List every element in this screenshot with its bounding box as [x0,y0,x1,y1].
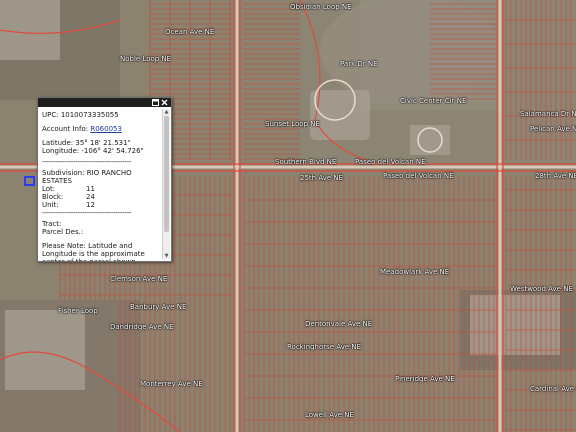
coordinate-note: Please Note: Latitude and Longitude is t… [42,242,145,262]
account-link[interactable]: R060053 [90,125,122,133]
parcel-marker[interactable] [24,176,35,186]
longitude-text: Longitude: -106° 42' 54.726" [42,147,144,155]
map-view[interactable]: Obsidian Loop NE Ocean Ave NE Noble Loop… [0,0,576,432]
latitude-text: Latitude: 35° 18' 21.531" [42,139,131,147]
scroll-down-icon[interactable]: ▼ [163,253,170,259]
restore-icon[interactable] [152,99,159,106]
tract-label: Tract: [42,220,62,228]
block-label: Block: [42,193,64,201]
popup-content: UPC: 1010073335055 Account Info: R060053… [42,111,159,262]
separator: ---------------------------------------- [42,158,132,166]
popup-titlebar[interactable] [38,98,171,107]
lot-value: 11 [86,185,95,193]
scroll-up-icon[interactable]: ▲ [163,109,170,115]
block-row: Block: 24 [42,193,159,201]
unit-row: Unit: 12 [42,201,159,209]
lot-row: Lot: 11 [42,185,159,193]
separator: ---------------------------------------- [42,209,132,217]
unit-value: 12 [86,201,95,209]
account-info-row: Account Info: R060053 [42,125,159,133]
unit-label: Unit: [42,201,59,209]
parcel-description-label: Parcel Des.: [42,228,84,236]
account-label: Account Info: [42,125,89,133]
parcel-info-popup: UPC: 1010073335055 Account Info: R060053… [37,97,172,262]
lot-label: Lot: [42,185,56,193]
popup-scrollbar[interactable]: ▲ ▼ [162,109,170,259]
close-icon[interactable] [161,99,168,106]
upc-text: UPC: 1010073335055 [42,111,119,119]
scrollbar-thumb[interactable] [164,116,169,232]
subdivision-text: Subdivision: RIO RANCHO ESTATES [42,169,132,185]
block-value: 24 [86,193,95,201]
